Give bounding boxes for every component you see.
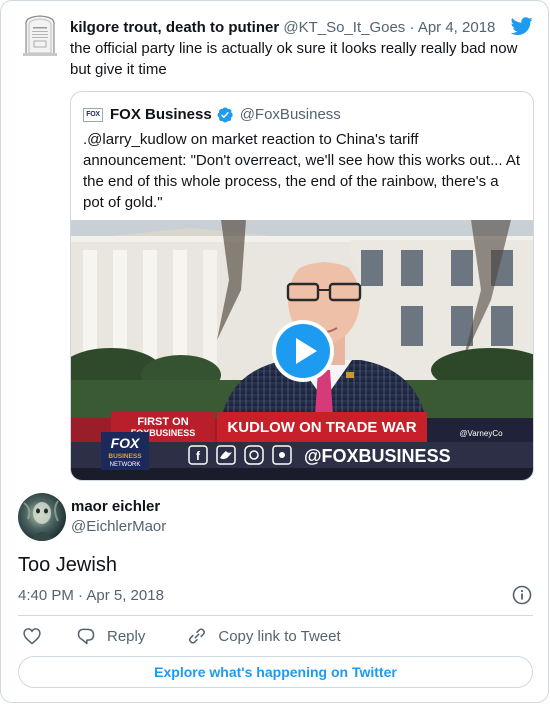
reply-tweet-text: Too Jewish <box>18 554 117 576</box>
parent-tweet-header: kilgore trout, death to putiner @KT_So_I… <box>70 18 495 38</box>
reply-author-avatar[interactable] <box>18 493 66 541</box>
first-on-label: FIRST ON <box>137 416 188 428</box>
tweet-actions: Reply Copy link to Tweet <box>18 624 341 648</box>
copy-link-button[interactable]: Copy link to Tweet <box>187 626 341 646</box>
network-logo-bottom: NETWORK <box>110 462 141 468</box>
parent-author-name[interactable]: kilgore trout, death to putiner <box>70 19 279 36</box>
verified-badge-icon <box>217 107 233 123</box>
parent-author-avatar[interactable] <box>20 13 60 57</box>
info-icon[interactable] <box>512 585 532 605</box>
video-corner-handle: @VarneyCo <box>459 429 503 438</box>
reply-author-handle[interactable]: @EichlerMaor <box>71 517 166 537</box>
reply-icon <box>77 628 95 645</box>
tweet-embed-card: kilgore trout, death to putiner @KT_So_I… <box>0 0 549 703</box>
heart-icon <box>23 628 41 645</box>
network-logo-top: FOX <box>111 435 141 451</box>
quoted-author-name[interactable]: FOX Business <box>110 105 212 125</box>
parent-author-handle[interactable]: @KT_So_It_Goes <box>283 19 405 36</box>
divider <box>18 615 533 616</box>
like-button[interactable] <box>22 626 42 646</box>
reply-button[interactable]: Reply <box>76 626 145 646</box>
parent-tweet-text: the official party line is actually ok s… <box>70 40 518 78</box>
quoted-author-handle[interactable]: @FoxBusiness <box>240 105 341 125</box>
copy-link-label: Copy link to Tweet <box>218 627 341 645</box>
video-headline: KUDLOW ON TRADE WAR <box>227 419 416 436</box>
reply-label: Reply <box>107 627 146 645</box>
video-social-handle: @FOXBUSINESS <box>304 446 451 466</box>
header-separator: · <box>409 19 415 36</box>
link-icon <box>189 628 206 644</box>
twitter-bird-icon[interactable] <box>510 15 534 37</box>
reply-author-name[interactable]: maor eichler <box>71 497 160 517</box>
parent-tweet-date[interactable]: Apr 4, 2018 <box>418 19 496 36</box>
play-video-button[interactable] <box>271 319 335 383</box>
video-thumbnail[interactable]: FIRST ON FOX BUSINESS KUDLOW ON TRADE WAR… <box>71 220 533 480</box>
reply-timestamp[interactable]: 4:40 PM · Apr 5, 2018 <box>18 586 164 606</box>
fox-business-avatar[interactable]: FOX <box>83 108 103 122</box>
explore-twitter-button[interactable]: Explore what's happening on Twitter <box>18 656 533 688</box>
quoted-tweet-text: .@larry_kudlow on market reaction to Chi… <box>83 131 521 211</box>
quoted-tweet[interactable]: FOX FOX Business @FoxBusiness .@larry_ku… <box>70 91 534 481</box>
network-logo-mid: BUSINESS <box>108 453 142 460</box>
quoted-tweet-header: FOX FOX Business @FoxBusiness <box>83 105 341 125</box>
